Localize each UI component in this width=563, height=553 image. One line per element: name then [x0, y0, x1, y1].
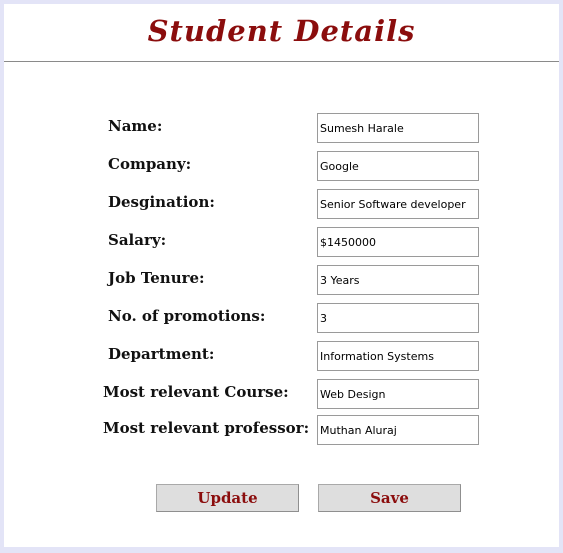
department-label: Department: — [108, 345, 215, 363]
form-row-name: Name: — [4, 113, 559, 143]
title-divider — [4, 61, 559, 62]
course-label: Most relevant Course: — [103, 383, 289, 401]
form-row-company: Company: — [4, 151, 559, 181]
promotions-field[interactable] — [317, 303, 479, 333]
form-row-department: Department: — [4, 341, 559, 371]
department-field[interactable] — [317, 341, 479, 371]
designation-label: Desgination: — [108, 193, 215, 211]
promotions-label: No. of promotions: — [108, 307, 266, 325]
update-button[interactable]: Update — [156, 484, 299, 512]
page-title: Student Details — [147, 14, 416, 48]
name-field[interactable] — [317, 113, 479, 143]
form-row-designation: Desgination: — [4, 189, 559, 219]
form-row-salary: Salary: — [4, 227, 559, 257]
form-row-course: Most relevant Course: — [4, 379, 559, 409]
student-details-panel: Student Details Name: Company: Desginati… — [4, 4, 559, 547]
name-label: Name: — [108, 117, 163, 135]
salary-label: Salary: — [108, 231, 167, 249]
course-field[interactable] — [317, 379, 479, 409]
company-field[interactable] — [317, 151, 479, 181]
designation-field[interactable] — [317, 189, 479, 219]
professor-field[interactable] — [317, 415, 479, 445]
save-button[interactable]: Save — [318, 484, 461, 512]
salary-field[interactable] — [317, 227, 479, 257]
form-row-job-tenure: Job Tenure: — [4, 265, 559, 295]
job-tenure-field[interactable] — [317, 265, 479, 295]
professor-label: Most relevant professor: — [103, 419, 310, 437]
form-row-promotions: No. of promotions: — [4, 303, 559, 333]
form-row-professor: Most relevant professor: — [4, 415, 559, 445]
company-label: Company: — [108, 155, 192, 173]
job-tenure-label: Job Tenure: — [108, 269, 205, 287]
